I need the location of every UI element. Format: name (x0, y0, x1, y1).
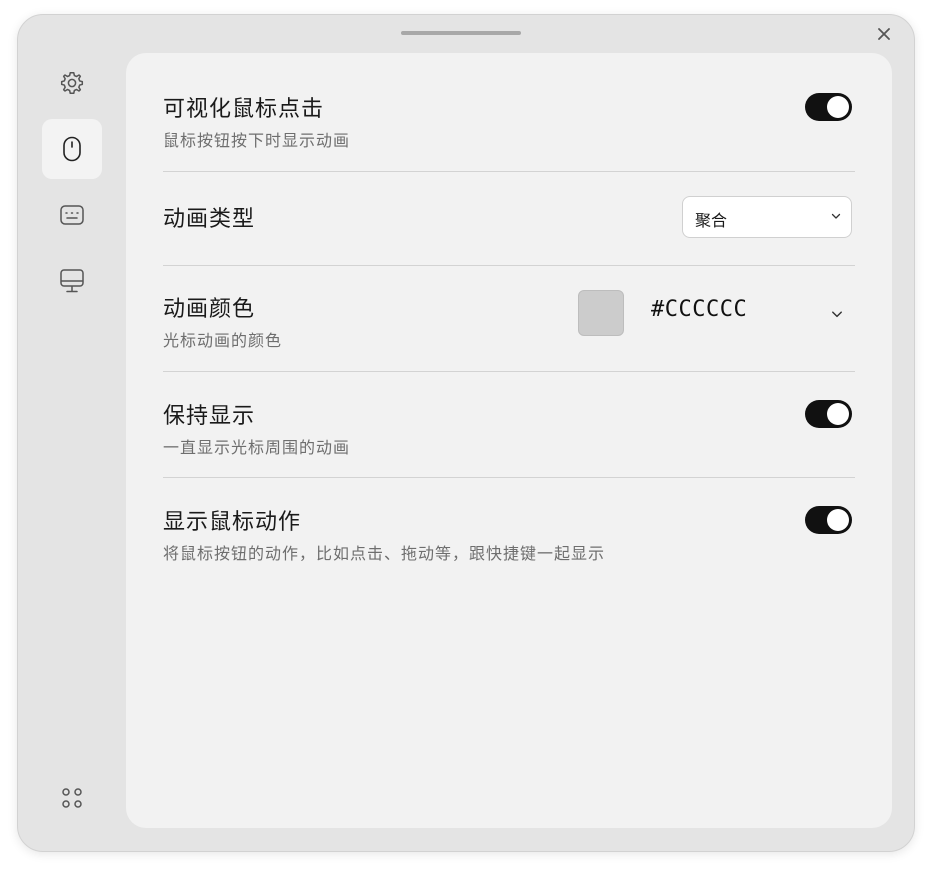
visualize-clicks-title: 可视化鼠标点击 (163, 97, 325, 122)
settings-window: 可视化鼠标点击 鼠标按钮按下时显示动画 动画类型 聚合 动画颜色 光标动画的颜色… (17, 14, 915, 852)
sidebar-item-keyboard[interactable] (42, 185, 102, 245)
apps-grid-button[interactable] (42, 768, 102, 828)
keep-showing-toggle[interactable] (805, 400, 852, 428)
visualize-clicks-toggle[interactable] (805, 93, 852, 121)
show-mouse-actions-toggle[interactable] (805, 506, 852, 534)
sidebar-item-settings[interactable] (42, 53, 102, 113)
animation-type-selected: 聚合 (695, 211, 728, 230)
show-mouse-actions-title: 显示鼠标动作 (163, 510, 302, 535)
divider (163, 477, 855, 478)
keyboard-icon (60, 205, 84, 225)
color-swatch[interactable] (578, 290, 624, 336)
divider (163, 371, 855, 372)
monitor-icon (60, 269, 84, 293)
animation-color-title: 动画颜色 (163, 297, 256, 322)
apps-grid-icon (62, 788, 82, 808)
color-hex-value[interactable]: #CCCCCC (651, 297, 747, 322)
sidebar-item-display[interactable] (42, 251, 102, 311)
divider (163, 171, 855, 172)
animation-type-dropdown[interactable]: 聚合 (682, 196, 852, 238)
sidebar-item-mouse[interactable] (42, 119, 102, 179)
toggle-knob (827, 509, 849, 531)
toggle-knob (827, 403, 849, 425)
close-button[interactable] (874, 24, 894, 44)
show-mouse-actions-description: 将鼠标按钮的动作，比如点击、拖动等，跟快捷键一起显示 (163, 544, 606, 563)
toggle-knob (827, 96, 849, 118)
drag-handle[interactable] (401, 31, 521, 35)
keep-showing-description: 一直显示光标周围的动画 (163, 438, 351, 457)
keep-showing-title: 保持显示 (163, 404, 256, 429)
chevron-down-icon (831, 213, 841, 219)
animation-color-description: 光标动画的颜色 (163, 331, 283, 350)
settings-content-panel: 可视化鼠标点击 鼠标按钮按下时显示动画 动画类型 聚合 动画颜色 光标动画的颜色… (126, 53, 892, 828)
gear-icon (60, 71, 84, 95)
mouse-icon (63, 136, 81, 162)
divider (163, 265, 855, 266)
visualize-clicks-description: 鼠标按钮按下时显示动画 (163, 131, 351, 150)
close-icon (878, 28, 890, 40)
animation-type-title: 动画类型 (163, 207, 256, 232)
chevron-down-icon[interactable] (831, 308, 843, 320)
